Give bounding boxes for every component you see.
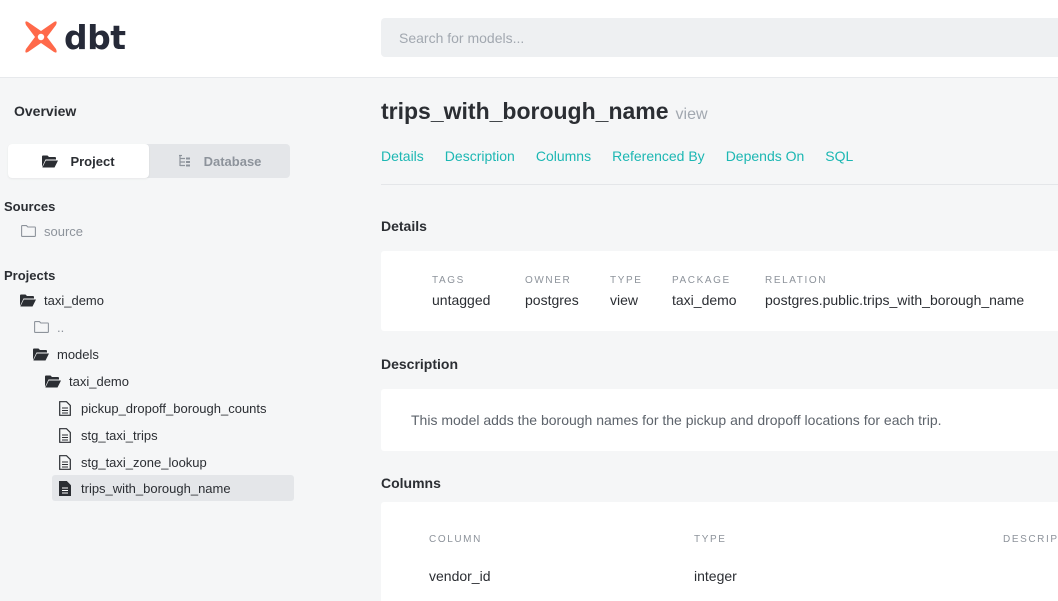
tree-item-label: taxi_demo: [69, 373, 129, 389]
detail-value: view: [610, 292, 639, 308]
detail-package: PACKAGE taxi_demo: [672, 275, 737, 308]
description-heading: Description: [381, 356, 459, 372]
tree-item-taxi-demo-folder[interactable]: taxi_demo: [45, 368, 129, 394]
nav-link-referenced-by[interactable]: Referenced By: [612, 148, 705, 164]
section-nav: Details Description Columns Referenced B…: [381, 148, 874, 164]
file-icon: [57, 400, 73, 416]
detail-type: TYPE view: [610, 275, 643, 308]
database-tab-label: Database: [203, 153, 262, 169]
detail-value: untagged: [432, 292, 491, 308]
tree-item-taxi-demo-project[interactable]: taxi_demo: [20, 287, 104, 313]
column-header-type: TYPE: [694, 534, 727, 545]
tree-item-label: ..: [57, 319, 65, 335]
description-card: This model adds the borough names for th…: [381, 389, 1058, 451]
detail-value: postgres.public.trips_with_borough_name: [765, 292, 1025, 308]
folder-open-icon: [33, 346, 49, 362]
search-input[interactable]: [381, 18, 1058, 57]
tree-item-label: source: [44, 223, 84, 239]
tree-item-trips-with-borough-name[interactable]: trips_with_borough_name: [52, 475, 294, 501]
view-toggle: Project Database: [8, 144, 290, 178]
detail-label: OWNER: [525, 275, 572, 286]
page-title: trips_with_borough_name: [381, 98, 669, 124]
database-tree-icon: [178, 154, 190, 167]
project-tab[interactable]: Project: [8, 144, 149, 178]
dbt-logo-icon: [25, 21, 57, 53]
tree-item-pickup-dropoff-borough-counts[interactable]: pickup_dropoff_borough_counts: [57, 395, 267, 421]
tree-item-label: models: [57, 346, 99, 362]
description-text: This model adds the borough names for th…: [411, 412, 942, 428]
divider: [381, 184, 1058, 185]
file-filled-icon: [57, 480, 73, 496]
folder-closed-icon: [20, 223, 36, 239]
sources-heading: Sources: [4, 199, 56, 214]
details-card: TAGS untagged OWNER postgres TYPE view P…: [381, 251, 1058, 331]
columns-heading: Columns: [381, 475, 441, 491]
nav-link-description[interactable]: Description: [445, 148, 515, 164]
columns-card: COLUMN TYPE DESCRIP vendor_id integer: [381, 502, 1058, 601]
column-header-column: COLUMN: [429, 534, 482, 545]
detail-label: RELATION: [765, 275, 828, 286]
detail-value: taxi_demo: [672, 292, 737, 308]
column-header-description: DESCRIP: [1003, 534, 1058, 545]
detail-owner: OWNER postgres: [525, 275, 579, 308]
tree-item-source[interactable]: source: [20, 218, 83, 244]
nav-link-depends-on[interactable]: Depends On: [726, 148, 805, 164]
sidebar: Overview Project Database Sources source…: [0, 78, 364, 601]
project-tab-label: Project: [70, 153, 115, 169]
tree-item-label: stg_taxi_trips: [81, 427, 158, 443]
folder-closed-icon: [33, 319, 49, 335]
tree-item-stg-taxi-zone-lookup[interactable]: stg_taxi_zone_lookup: [57, 449, 207, 475]
detail-relation: RELATION postgres.public.trips_with_boro…: [765, 275, 1024, 308]
folder-open-icon: [20, 292, 36, 308]
database-tab[interactable]: Database: [149, 144, 290, 178]
folder-open-icon: [42, 155, 59, 167]
tree-item-parent[interactable]: ..: [33, 314, 64, 340]
tree-item-label: trips_with_borough_name: [81, 480, 231, 496]
nav-link-sql[interactable]: SQL: [825, 148, 853, 164]
detail-label: TYPE: [610, 275, 643, 286]
model-header: trips_with_borough_name view: [381, 98, 708, 125]
tree-item-label: pickup_dropoff_borough_counts: [81, 400, 267, 416]
tree-item-models[interactable]: models: [33, 341, 99, 367]
tree-item-label: taxi_demo: [44, 292, 104, 308]
tree-item-label: stg_taxi_zone_lookup: [81, 454, 207, 470]
tree-item-stg-taxi-trips[interactable]: stg_taxi_trips: [57, 422, 158, 448]
nav-link-details[interactable]: Details: [381, 148, 424, 164]
nav-link-columns[interactable]: Columns: [536, 148, 591, 164]
materialization-label: view: [675, 106, 708, 123]
file-icon: [57, 427, 73, 443]
detail-label: TAGS: [432, 275, 465, 286]
column-type-cell: integer: [694, 568, 737, 584]
detail-tags: TAGS untagged: [432, 275, 490, 308]
main-content: trips_with_borough_name view Details Des…: [381, 78, 1058, 601]
top-bar: dbt: [0, 0, 1058, 78]
overview-link[interactable]: Overview: [14, 103, 76, 119]
file-icon: [57, 454, 73, 470]
detail-label: PACKAGE: [672, 275, 731, 286]
details-heading: Details: [381, 218, 427, 234]
detail-value: postgres: [525, 292, 579, 308]
folder-open-icon: [45, 373, 61, 389]
column-name-cell[interactable]: vendor_id: [429, 568, 491, 584]
logo-text: dbt: [64, 17, 126, 57]
dbt-logo[interactable]: dbt: [22, 18, 126, 56]
projects-heading: Projects: [4, 268, 56, 283]
